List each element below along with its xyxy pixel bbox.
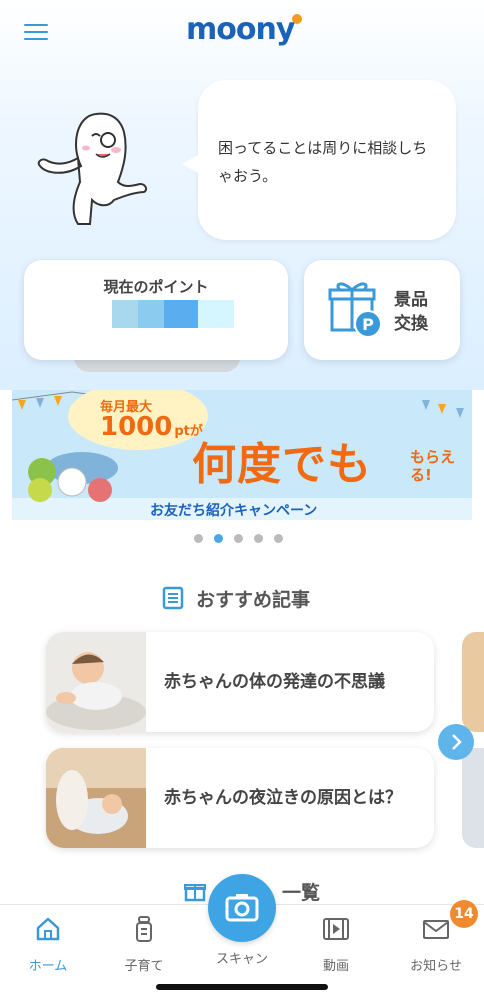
gift-icon: [184, 884, 206, 902]
article-title: 赤ちゃんの夜泣きの原因とは？: [164, 788, 402, 808]
chevron-right-icon: [452, 734, 462, 750]
hamburger-menu-icon[interactable]: [24, 24, 48, 44]
banner-badge-number: 1000: [100, 412, 173, 442]
baby-bottle-icon: [136, 916, 152, 942]
next-article-peek[interactable]: [462, 748, 484, 848]
film-icon: [323, 918, 349, 940]
logo-text: moony: [186, 12, 295, 47]
current-points-card[interactable]: 現在のポイント: [24, 260, 288, 360]
advice-message: 困ってることは周りに相談しちゃおう。: [218, 139, 428, 185]
article-card[interactable]: 赤ちゃんの体の発達の不思議: [46, 632, 434, 732]
points-value-redacted: [112, 300, 234, 328]
article-title: 赤ちゃんの体の発達の不思議: [164, 672, 385, 692]
recommended-articles-header: おすすめ記事: [162, 584, 310, 612]
banner-badge-amount: 1000 ptが: [100, 412, 203, 442]
carousel-dot[interactable]: [234, 534, 243, 543]
carousel-dot[interactable]: [274, 534, 283, 543]
carousel-dot-active[interactable]: [214, 534, 223, 543]
article-thumbnail: [46, 748, 146, 848]
speech-bubble: 困ってることは周りに相談しちゃおう。: [182, 80, 456, 240]
banner-headline-side: もらえる!: [410, 448, 456, 484]
moony-logo: moony: [186, 12, 302, 52]
mail-icon: [423, 920, 449, 939]
document-icon: [162, 586, 184, 610]
banner-headline: 何度でも: [192, 439, 372, 490]
referral-campaign-banner[interactable]: 毎月最大 1000 ptが 何度でも もらえる! お友だち紹介キャンペーン: [12, 390, 472, 520]
article-thumbnail: [46, 632, 146, 732]
banner-caption: お友だち紹介キャンペーン: [150, 503, 318, 519]
prize-list-title: 一覧: [282, 881, 321, 904]
app-header: moony: [0, 0, 484, 66]
notification-count-badge: 14: [450, 900, 478, 928]
home-indicator: [156, 984, 328, 990]
tab-parenting-label: 子育て: [124, 959, 164, 974]
tab-parenting[interactable]: 子育て: [104, 915, 184, 975]
tab-scan-label[interactable]: スキャン: [202, 948, 282, 967]
tab-home-label: ホーム: [28, 959, 68, 974]
tab-home[interactable]: ホーム: [8, 915, 88, 975]
recommended-articles-title: おすすめ記事: [196, 588, 311, 611]
tab-video-label: 動画: [322, 959, 349, 974]
camera-icon: [225, 894, 259, 922]
prize-exchange-card[interactable]: P 景品交換: [304, 260, 460, 360]
svg-text:P: P: [362, 315, 374, 334]
logo-dot: [292, 14, 302, 24]
carousel-dot[interactable]: [254, 534, 263, 543]
carousel-indicator: [194, 534, 283, 544]
next-article-peek[interactable]: [462, 632, 484, 732]
article-card[interactable]: 赤ちゃんの夜泣きの原因とは？: [46, 748, 434, 848]
gift-points-icon: P: [328, 282, 382, 338]
points-label: 現在のポイント: [103, 278, 209, 296]
mascot-character: [37, 112, 148, 225]
prize-exchange-label: 景品交換: [394, 290, 428, 334]
tab-video[interactable]: 動画: [296, 915, 376, 975]
carousel-next-button[interactable]: [438, 724, 474, 760]
scan-button[interactable]: [208, 874, 276, 942]
home-icon: [36, 917, 60, 941]
tab-notifications-label: お知らせ: [410, 959, 462, 974]
carousel-dot[interactable]: [194, 534, 203, 543]
